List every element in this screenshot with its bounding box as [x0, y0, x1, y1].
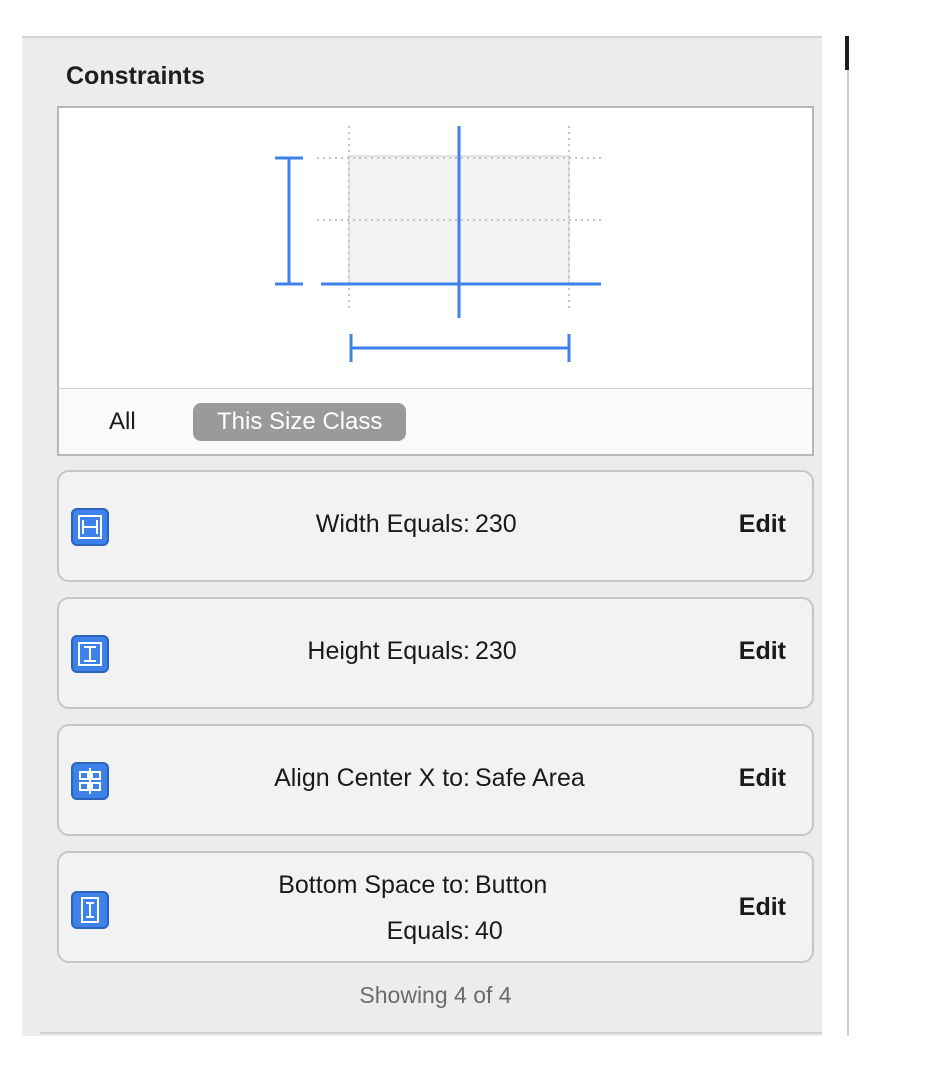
segment-this-size-class[interactable]: This Size Class	[193, 403, 407, 441]
height-constraint-bracket	[275, 156, 303, 286]
edit-button[interactable]: Edit	[739, 637, 786, 666]
constraint-label: Width Equals:	[315, 510, 470, 538]
constraint-row-bottom-space[interactable]: Bottom Space to: Button Equals: 40 Edit	[57, 851, 814, 963]
constraint-row-height[interactable]: Height Equals: 230 Edit	[57, 597, 814, 709]
panel-bottom-divider	[40, 1032, 822, 1034]
height-constraint-icon	[71, 635, 109, 673]
constraint-value: Safe Area	[475, 764, 585, 792]
constraint-row-width[interactable]: Width Equals: 230 Edit	[57, 470, 814, 582]
constraint-count-text: Showing 4 of 4	[359, 982, 512, 1008]
constraint-value: 230	[475, 637, 517, 665]
constraint-diagram	[275, 126, 604, 362]
panel-right-divider	[847, 36, 849, 1036]
edit-button[interactable]: Edit	[739, 764, 786, 793]
constraint-label-secondary: Equals:	[386, 917, 470, 945]
size-class-segmented-control: All This Size Class	[59, 388, 812, 454]
segment-all[interactable]: All	[99, 403, 146, 441]
width-constraint-icon	[71, 508, 109, 546]
constraint-preview: All This Size Class	[57, 106, 814, 456]
section-title: Constraints	[66, 62, 205, 90]
constraint-value: Button	[475, 871, 548, 899]
constraint-label: Align Center X to:	[274, 764, 470, 792]
width-constraint-bracket	[349, 334, 571, 362]
constraint-label: Height Equals:	[307, 637, 470, 665]
align-center-x-icon	[71, 762, 109, 800]
edit-button[interactable]: Edit	[739, 510, 786, 539]
bottom-space-icon	[71, 891, 109, 929]
constraint-value-secondary: 40	[475, 917, 503, 945]
constraint-value: 230	[475, 510, 517, 538]
constraint-label: Bottom Space to:	[278, 871, 470, 899]
panel-right-edge-marker	[845, 36, 849, 70]
edit-button[interactable]: Edit	[739, 893, 786, 922]
constraint-row-align-center-x[interactable]: Align Center X to: Safe Area Edit	[57, 724, 814, 836]
